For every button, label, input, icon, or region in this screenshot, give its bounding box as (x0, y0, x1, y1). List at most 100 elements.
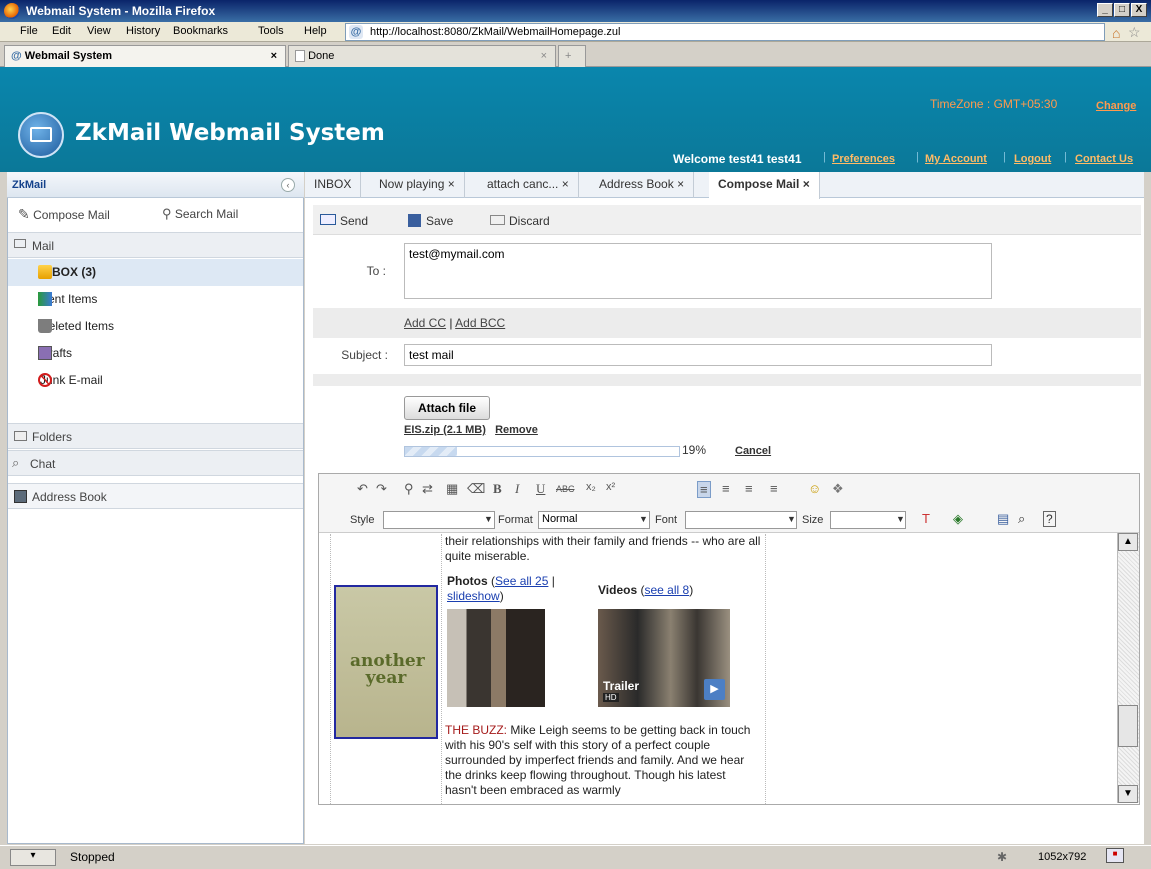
chat-section-header[interactable]: Chat (8, 450, 303, 476)
superscript-icon[interactable]: x² (606, 481, 615, 493)
mail-section-header[interactable]: Mail (8, 232, 303, 258)
send-button[interactable]: Send (320, 214, 368, 228)
close-tab-icon[interactable]: × (541, 46, 547, 66)
editor-scrollbar[interactable] (1117, 533, 1139, 803)
chevron-down-icon[interactable]: ▼ (484, 514, 493, 524)
underline-icon[interactable]: U (536, 481, 545, 497)
eraser-icon[interactable]: ⌫ (467, 481, 485, 497)
site-identity-icon[interactable]: @ (349, 25, 363, 39)
home-icon[interactable]: ⌂ (1112, 25, 1120, 41)
play-icon[interactable]: ▶ (704, 679, 725, 700)
close-tab-icon[interactable]: × (677, 177, 684, 191)
folders-section-header[interactable]: Folders (8, 423, 303, 449)
subject-field[interactable]: test mail (404, 344, 992, 366)
sidebar-item-junk[interactable]: Junk E-mail (8, 373, 303, 387)
timezone-change-link[interactable]: Change (1096, 100, 1136, 112)
minimize-button[interactable]: _ (1097, 3, 1113, 17)
italic-icon[interactable]: I (515, 481, 519, 497)
status-menu-button[interactable]: ▾ (10, 849, 56, 866)
menu-tools[interactable]: Tools (258, 25, 284, 37)
find-icon[interactable]: ⚲ (404, 481, 414, 497)
to-field[interactable]: test@mymail.com (404, 243, 992, 299)
style-select[interactable] (383, 511, 495, 529)
align-center-icon[interactable]: ≡ (722, 481, 730, 496)
tab-attach-cancel[interactable]: attach canc... × (478, 172, 579, 198)
menu-view[interactable]: View (87, 25, 111, 37)
preferences-link[interactable]: Preferences (832, 153, 895, 165)
sent-icon (38, 292, 52, 306)
video-thumbnail[interactable]: Trailer HD ▶ (598, 609, 730, 707)
undo-icon[interactable]: ↶ (357, 481, 368, 497)
scroll-thumb[interactable] (1118, 705, 1138, 747)
redo-icon[interactable]: ↷ (376, 481, 387, 497)
sidebar-item-deleted[interactable]: Deleted Items (8, 319, 303, 333)
photo-thumbnail[interactable] (447, 609, 545, 707)
addon-icon[interactable]: ■ (1106, 848, 1124, 863)
close-tab-icon[interactable]: × (803, 177, 810, 191)
attachment-name[interactable]: EIS.zip (2.1 MB) (404, 424, 486, 436)
maximize-button[interactable]: □ (1114, 3, 1130, 17)
replace-icon[interactable]: ⇄ (422, 481, 433, 497)
see-all-photos-link[interactable]: See all 25 (495, 574, 548, 588)
font-select[interactable] (685, 511, 797, 529)
align-left-icon[interactable]: ≡ (697, 481, 711, 498)
close-window-button[interactable]: X (1131, 3, 1147, 17)
menu-edit[interactable]: Edit (52, 25, 71, 37)
address-book-section-header[interactable]: Address Book (8, 483, 303, 509)
tab-inbox[interactable]: INBOX (305, 172, 362, 198)
url-bar[interactable]: http://localhost:8080/ZkMail/WebmailHome… (345, 23, 1105, 41)
attach-file-button[interactable]: Attach file (404, 396, 490, 420)
collapse-icon[interactable]: ‹ (281, 178, 295, 192)
new-tab-button[interactable]: + (558, 45, 586, 67)
close-tab-icon[interactable]: × (448, 177, 455, 191)
align-right-icon[interactable]: ≡ (745, 481, 753, 496)
strikethrough-icon[interactable]: ABC (556, 484, 575, 494)
discard-button[interactable]: Discard (490, 214, 550, 228)
special-char-icon[interactable]: ❖ (832, 481, 844, 497)
menu-file[interactable]: File (20, 25, 38, 37)
cancel-upload-link[interactable]: Cancel (735, 445, 771, 457)
see-all-videos-link[interactable]: see all 8 (644, 583, 689, 597)
add-bcc-link[interactable]: Add BCC (455, 316, 505, 330)
add-cc-link[interactable]: Add CC (404, 316, 446, 330)
menu-bookmarks[interactable]: Bookmarks (173, 25, 228, 37)
chevron-down-icon[interactable]: ▼ (639, 514, 648, 524)
close-tab-icon[interactable]: × (271, 46, 277, 66)
search-mail-link[interactable]: ⚲ Search Mail (162, 206, 282, 226)
scroll-down-button[interactable]: ▼ (1118, 785, 1138, 803)
tab-address-book[interactable]: Address Book × (590, 172, 695, 198)
browser-tab-webmail[interactable]: @ Webmail System × (4, 45, 286, 67)
remove-attachment-link[interactable]: Remove (495, 424, 538, 436)
movie-poster-image[interactable]: another year (334, 585, 438, 739)
bold-icon[interactable]: B (493, 481, 502, 497)
close-tab-icon[interactable]: × (562, 177, 569, 191)
save-button[interactable]: Save (408, 214, 453, 228)
my-account-link[interactable]: My Account (925, 153, 987, 165)
preview-icon[interactable]: ⌕ (1018, 511, 1025, 527)
sidebar-item-drafts[interactable]: Drafts (8, 346, 303, 360)
smiley-icon[interactable]: ☺ (808, 481, 821, 496)
size-select[interactable] (830, 511, 906, 529)
help-icon[interactable]: ? (1043, 511, 1056, 527)
scroll-up-button[interactable]: ▲ (1118, 533, 1138, 551)
tab-compose-mail[interactable]: Compose Mail × (709, 172, 820, 199)
subscript-icon[interactable]: x₂ (586, 481, 596, 493)
sidebar-item-sent[interactable]: Sent Items (8, 292, 303, 306)
bg-color-icon[interactable]: ◈ (953, 511, 963, 527)
tab-now-playing[interactable]: Now playing × (370, 172, 465, 198)
chevron-down-icon[interactable]: ▼ (896, 514, 905, 524)
menu-history[interactable]: History (126, 25, 160, 37)
source-icon[interactable]: ▤ (997, 511, 1009, 527)
chevron-down-icon[interactable]: ▼ (787, 514, 796, 524)
contact-us-link[interactable]: Contact Us (1075, 153, 1133, 165)
star-icon[interactable]: ☆ (1128, 24, 1141, 41)
menu-help[interactable]: Help (304, 25, 327, 37)
logout-link[interactable]: Logout (1014, 153, 1051, 165)
select-all-icon[interactable]: ▦ (446, 481, 458, 497)
format-select[interactable]: Normal (538, 511, 650, 529)
sidebar-item-inbox[interactable]: INBOX (3) (8, 259, 303, 286)
browser-tab-done[interactable]: Done × (288, 45, 556, 67)
slideshow-link[interactable]: slideshow (447, 589, 500, 603)
justify-icon[interactable]: ≡ (770, 481, 778, 496)
text-color-icon[interactable]: T (922, 511, 930, 526)
